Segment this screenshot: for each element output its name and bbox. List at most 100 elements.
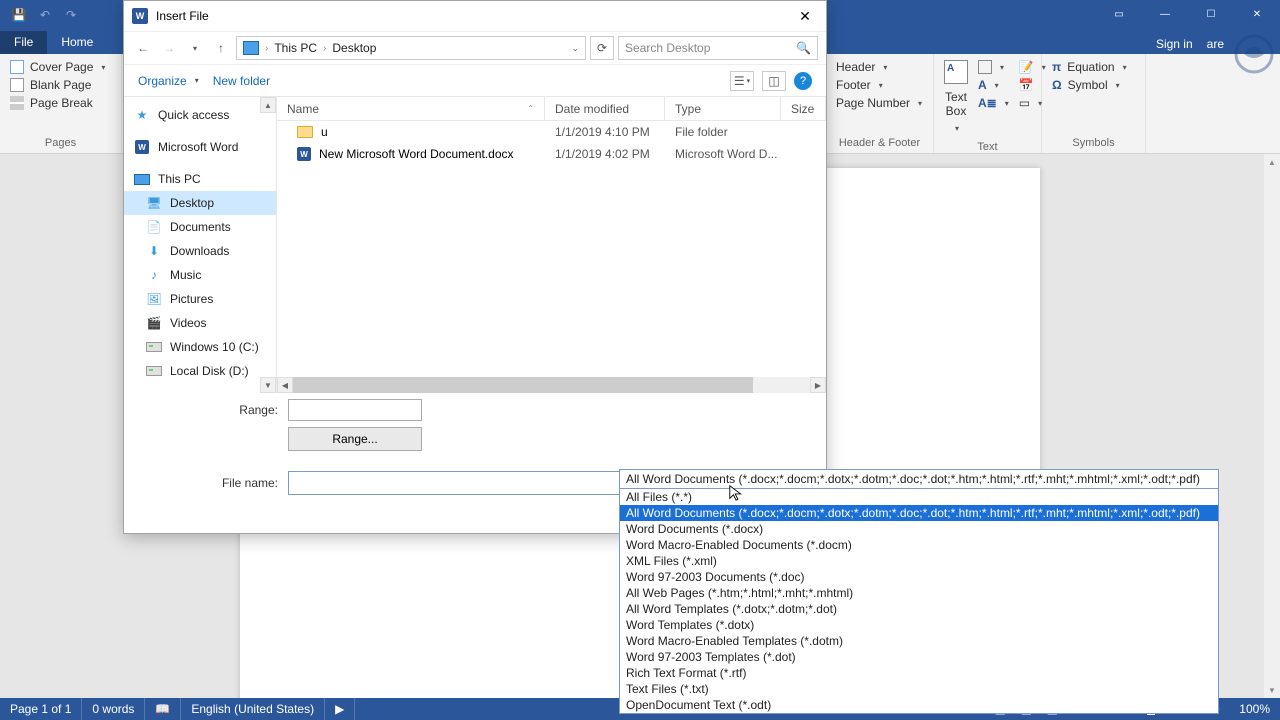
range-input[interactable] xyxy=(288,399,422,421)
navpane-scroll-down[interactable]: ▼ xyxy=(260,377,276,393)
refresh-button[interactable]: ⟳ xyxy=(590,36,614,60)
status-words[interactable]: 0 words xyxy=(82,698,145,720)
page-number-button[interactable]: Page Number▾ xyxy=(836,96,922,110)
file-hscroll[interactable] xyxy=(293,377,810,393)
pc-icon xyxy=(243,41,259,55)
dropcap-icon[interactable]: A≣▾ xyxy=(978,96,1009,110)
filetype-option[interactable]: Word 97-2003 Templates (*.dot) xyxy=(620,649,1218,665)
share-button[interactable]: are xyxy=(1207,37,1224,51)
file-row[interactable]: WNew Microsoft Word Document.docx1/1/201… xyxy=(277,143,826,165)
col-name[interactable]: Name⌃ xyxy=(277,97,545,120)
file-row[interactable]: u1/1/2019 4:10 PMFile folder xyxy=(277,121,826,143)
equation-button[interactable]: πEquation▾ xyxy=(1052,60,1127,74)
nav-up-button[interactable]: ↑ xyxy=(210,37,232,59)
nav-ms-word[interactable]: WMicrosoft Word xyxy=(124,135,276,159)
filetype-option[interactable]: All Files (*.*) xyxy=(620,489,1218,505)
help-button[interactable]: ? xyxy=(794,72,812,90)
filetype-option[interactable]: OpenDocument Text (*.odt) xyxy=(620,697,1218,713)
win-close[interactable]: ✕ xyxy=(1234,0,1280,28)
symbol-button[interactable]: ΩSymbol▾ xyxy=(1052,78,1120,92)
nav-quick-access[interactable]: ★Quick access xyxy=(124,103,276,127)
zoom-value[interactable]: 100% xyxy=(1229,702,1280,716)
search-input[interactable]: Search Desktop 🔍 xyxy=(618,36,818,60)
doc-vscroll[interactable]: ▲ ▼ xyxy=(1264,154,1280,698)
search-icon: 🔍 xyxy=(796,41,811,55)
header-button[interactable]: Header▾ xyxy=(836,60,887,74)
blank-page-button[interactable]: Blank Page xyxy=(10,78,91,92)
signin-link[interactable]: Sign in are xyxy=(1148,34,1232,54)
filetype-option[interactable]: Word Documents (*.docx) xyxy=(620,521,1218,537)
file-list-header: Name⌃ Date modified Type Size xyxy=(277,97,826,121)
qat-undo[interactable]: ↶ xyxy=(34,4,56,26)
hscroll-right[interactable]: ▶ xyxy=(810,377,826,393)
filetype-list: All Files (*.*)All Word Documents (*.doc… xyxy=(620,488,1218,713)
nav-recent-dropdown[interactable]: ▾ xyxy=(184,37,206,59)
group-hf-label: Header & Footer xyxy=(826,135,933,153)
status-lang[interactable]: English (United States) xyxy=(181,698,325,720)
nav-videos[interactable]: 🎬Videos xyxy=(124,311,276,335)
nav-forward-button[interactable]: → xyxy=(158,37,180,59)
status-page[interactable]: Page 1 of 1 xyxy=(0,698,82,720)
textbox-button[interactable]: AText Box▾ xyxy=(944,60,968,133)
hscroll-left[interactable]: ◀ xyxy=(277,377,293,393)
address-bar[interactable]: › This PC › Desktop ⌄ xyxy=(236,36,586,60)
tab-home[interactable]: Home xyxy=(47,31,107,54)
filetype-option[interactable]: Word Templates (*.dotx) xyxy=(620,617,1218,633)
quickparts-icon[interactable]: ▾ xyxy=(978,60,1009,74)
nav-music[interactable]: ♪Music xyxy=(124,263,276,287)
insert-file-dialog: W Insert File ✕ ← → ▾ ↑ › This PC › Desk… xyxy=(123,0,827,534)
group-pages-label: Pages xyxy=(0,135,121,153)
tab-file[interactable]: File xyxy=(0,31,47,54)
view-mode-button[interactable]: ☰▾ xyxy=(730,71,754,91)
col-size[interactable]: Size xyxy=(781,97,826,120)
nav-desktop[interactable]: 🖥Desktop xyxy=(124,191,276,215)
filetype-option[interactable]: XML Files (*.xml) xyxy=(620,553,1218,569)
filetype-option[interactable]: Word 97-2003 Documents (*.doc) xyxy=(620,569,1218,585)
nav-back-button[interactable]: ← xyxy=(132,37,154,59)
qat-save[interactable]: 💾 xyxy=(8,4,30,26)
win-min[interactable]: — xyxy=(1142,0,1188,28)
file-type: Microsoft Word D... xyxy=(665,147,781,161)
ribbon-mode-icon[interactable]: ▭ xyxy=(1096,0,1142,28)
range-button[interactable]: Range... xyxy=(288,427,422,451)
status-macro-icon[interactable]: ▶ xyxy=(325,698,355,720)
range-label: Range: xyxy=(138,403,278,417)
filetype-option[interactable]: Word Macro-Enabled Documents (*.docm) xyxy=(620,537,1218,553)
nav-documents[interactable]: 📄Documents xyxy=(124,215,276,239)
col-date[interactable]: Date modified xyxy=(545,97,665,120)
new-folder-button[interactable]: New folder xyxy=(213,74,270,88)
folder-icon xyxy=(297,126,313,138)
footer-button[interactable]: Footer▾ xyxy=(836,78,883,92)
filetype-option[interactable]: Rich Text Format (*.rtf) xyxy=(620,665,1218,681)
navpane-scroll-up[interactable]: ▲ xyxy=(260,97,276,113)
filetype-current[interactable]: All Word Documents (*.docx;*.docm;*.dotx… xyxy=(620,470,1218,488)
crumb-thispc[interactable]: This PC xyxy=(274,41,317,55)
status-proof-icon[interactable]: 📖 xyxy=(145,698,181,720)
filetype-option[interactable]: All Word Templates (*.dotx;*.dotm;*.dot) xyxy=(620,601,1218,617)
win-max[interactable]: ☐ xyxy=(1188,0,1234,28)
preview-pane-button[interactable]: ◫ xyxy=(762,71,786,91)
nav-this-pc[interactable]: This PC xyxy=(124,167,276,191)
docx-icon: W xyxy=(297,147,311,161)
filetype-combo[interactable]: All Word Documents (*.docx;*.docm;*.dotx… xyxy=(619,469,1219,714)
filetype-option[interactable]: Text Files (*.txt) xyxy=(620,681,1218,697)
filetype-option[interactable]: All Web Pages (*.htm;*.html;*.mht;*.mhtm… xyxy=(620,585,1218,601)
organize-button[interactable]: Organize▾ xyxy=(138,74,199,88)
nav-cdrive[interactable]: Windows 10 (C:) xyxy=(124,335,276,359)
wordart-icon[interactable]: A▾ xyxy=(978,78,1009,92)
nav-pictures[interactable]: 🖼Pictures xyxy=(124,287,276,311)
cover-page-button[interactable]: Cover Page▾ xyxy=(10,60,105,74)
filetype-option[interactable]: All Word Documents (*.docx;*.docm;*.dotx… xyxy=(620,505,1218,521)
nav-ddrive[interactable]: Local Disk (D:) xyxy=(124,359,276,383)
col-type[interactable]: Type xyxy=(665,97,781,120)
crumb-desktop[interactable]: Desktop xyxy=(332,41,376,55)
filetype-option[interactable]: Word Macro-Enabled Templates (*.dotm) xyxy=(620,633,1218,649)
dialog-close-button[interactable]: ✕ xyxy=(792,3,818,29)
dialog-title: Insert File xyxy=(156,9,209,23)
page-break-button[interactable]: Page Break xyxy=(10,96,93,110)
file-name: u xyxy=(321,125,328,139)
nav-downloads[interactable]: ⬇Downloads xyxy=(124,239,276,263)
file-date: 1/1/2019 4:02 PM xyxy=(545,147,665,161)
group-symbols-label: Symbols xyxy=(1042,135,1145,153)
qat-redo[interactable]: ↷ xyxy=(60,4,82,26)
